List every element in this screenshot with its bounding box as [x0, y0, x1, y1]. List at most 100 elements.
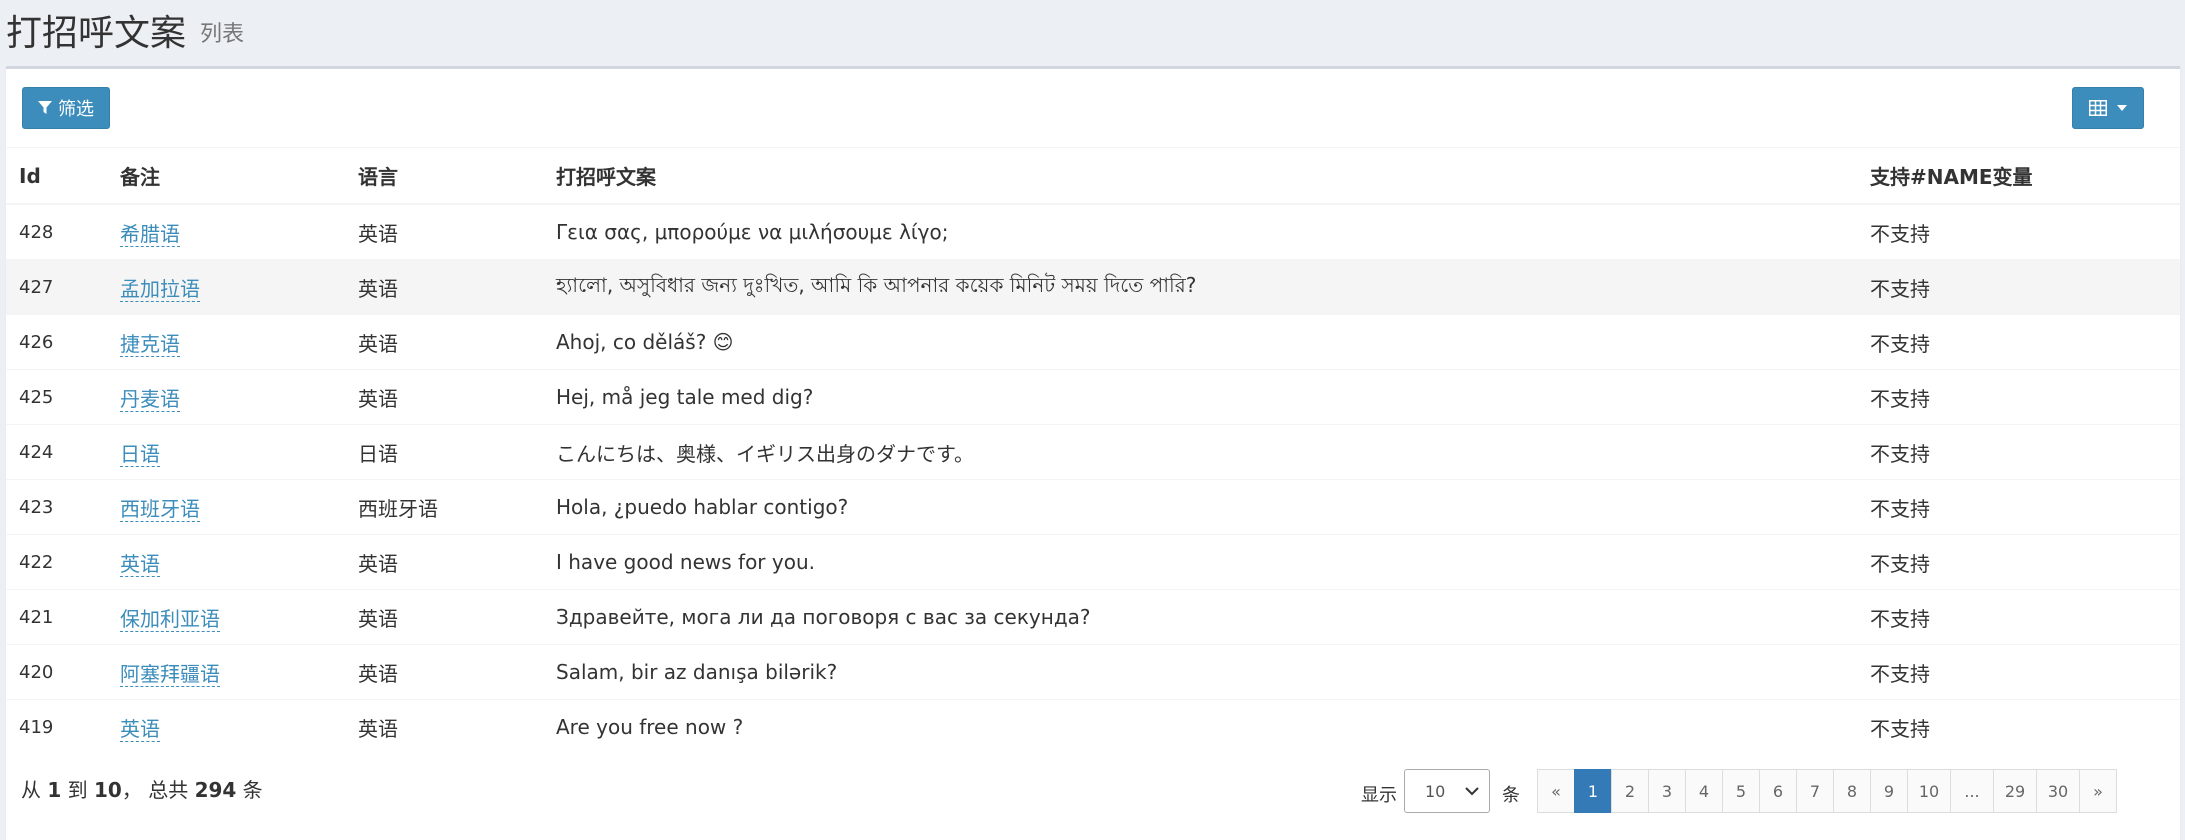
cell-id: 420	[6, 644, 107, 700]
table-row: 419 英语 英语 Are you free now ? 不支持	[6, 699, 2180, 754]
summary-to: 10	[94, 778, 122, 802]
table-row: 426 捷克语 英语 Ahoj, co děláš? 😊 不支持	[6, 314, 2180, 370]
cell-greeting-text: হ্যালো, অসুবিধার জন্য দুঃখিত, আমি কি আপন…	[543, 259, 1857, 315]
filter-button-label: 筛选	[58, 99, 94, 120]
cell-id: 424	[6, 424, 107, 480]
page-subtitle: 列表	[200, 22, 245, 47]
cell-name-variable: 不支持	[1857, 699, 2180, 754]
cell-greeting-text: Salam, bir az danışa bilərik?	[543, 644, 1857, 700]
table-row: 427 孟加拉语 英语 হ্যালো, অসুবিধার জন্য দুঃখিত…	[6, 259, 2180, 315]
cell-id: 428	[6, 203, 107, 260]
note-edit-link[interactable]: 丹麦语	[120, 386, 180, 412]
cell-greeting-text: Are you free now ?	[543, 699, 1857, 754]
page-button-5[interactable]: 5	[1722, 769, 1760, 813]
cell-id: 419	[6, 699, 107, 754]
table-row: 423 西班牙语 西班牙语 Hola, ¿puedo hablar contig…	[6, 479, 2180, 535]
cell-language: 英语	[345, 589, 543, 645]
toolbar: 筛选	[6, 69, 2180, 148]
cell-greeting-text: Hej, må jeg tale med dig?	[543, 369, 1857, 425]
page-button-3[interactable]: 3	[1648, 769, 1686, 813]
note-edit-link[interactable]: 捷克语	[120, 331, 180, 357]
cell-note: 保加利亚语	[107, 589, 345, 645]
table-row: 428 希腊语 英语 Γεια σας, μπορούμε να μιλήσου…	[6, 203, 2180, 260]
note-edit-link[interactable]: 英语	[120, 551, 160, 577]
page-button-2[interactable]: 2	[1611, 769, 1649, 813]
pagination-summary: 从 1 到 10， 总共 294 条	[21, 774, 263, 803]
columns-toggle-button[interactable]	[2072, 87, 2144, 129]
page-button-4[interactable]: 4	[1685, 769, 1723, 813]
cell-name-variable: 不支持	[1857, 314, 2180, 370]
page-button-9[interactable]: 9	[1870, 769, 1908, 813]
cell-greeting-text: I have good news for you.	[543, 534, 1857, 590]
cell-name-variable: 不支持	[1857, 589, 2180, 645]
column-header-name-variable[interactable]: 支持#NAME变量	[1857, 148, 2180, 205]
chevron-down-icon	[1465, 786, 1479, 795]
cell-note: 阿塞拜疆语	[107, 644, 345, 700]
page-size-select[interactable]: 10	[1404, 769, 1490, 813]
cell-greeting-text: Γεια σας, μπορούμε να μιλήσουμε λίγο;	[543, 203, 1857, 260]
cell-name-variable: 不支持	[1857, 203, 2180, 260]
column-header-greeting-text[interactable]: 打招呼文案	[543, 148, 1857, 205]
table-grid-icon	[2089, 100, 2107, 116]
cell-note: 孟加拉语	[107, 259, 345, 315]
cell-note: 日语	[107, 424, 345, 480]
cell-id: 425	[6, 369, 107, 425]
column-header-note[interactable]: 备注	[107, 148, 345, 205]
table-header-row: Id 备注 语言 打招呼文案 支持#NAME变量	[6, 148, 2180, 205]
cell-note: 西班牙语	[107, 479, 345, 535]
page-button-30[interactable]: 30	[2036, 769, 2080, 813]
cell-id: 426	[6, 314, 107, 370]
cell-id: 422	[6, 534, 107, 590]
cell-name-variable: 不支持	[1857, 424, 2180, 480]
table-row: 425 丹麦语 英语 Hej, må jeg tale med dig? 不支持	[6, 369, 2180, 425]
cell-note: 丹麦语	[107, 369, 345, 425]
page-header: 打招呼文案 列表	[0, 0, 2185, 66]
page-size-unit: 条	[1502, 785, 1520, 806]
content-box: 筛选 Id 备注 语言 打招呼文案 支持#NAME变量 428 希腊语 英语 Γ…	[6, 66, 2180, 840]
note-edit-link[interactable]: 保加利亚语	[120, 606, 220, 632]
summary-prefix: 从	[21, 778, 41, 802]
cell-note: 捷克语	[107, 314, 345, 370]
cell-language: 英语	[345, 259, 543, 315]
cell-language: 英语	[345, 534, 543, 590]
column-header-id[interactable]: Id	[6, 148, 107, 205]
page-button-7[interactable]: 7	[1796, 769, 1834, 813]
cell-name-variable: 不支持	[1857, 534, 2180, 590]
cell-name-variable: 不支持	[1857, 479, 2180, 535]
page-button-10[interactable]: 10	[1907, 769, 1951, 813]
page-button-1[interactable]: 1	[1574, 769, 1612, 813]
cell-greeting-text: Hola, ¿puedo hablar contigo?	[543, 479, 1857, 535]
column-header-language[interactable]: 语言	[345, 148, 543, 205]
table-row: 420 阿塞拜疆语 英语 Salam, bir az danışa biləri…	[6, 644, 2180, 700]
note-edit-link[interactable]: 西班牙语	[120, 496, 200, 522]
cell-name-variable: 不支持	[1857, 644, 2180, 700]
page-prev-button[interactable]: «	[1537, 769, 1575, 813]
page-next-button[interactable]: »	[2079, 769, 2117, 813]
note-edit-link[interactable]: 阿塞拜疆语	[120, 661, 220, 687]
cell-note: 英语	[107, 534, 345, 590]
page-button-29[interactable]: 29	[1993, 769, 2037, 813]
caret-down-icon	[2117, 105, 2127, 111]
greeting-table: Id 备注 语言 打招呼文案 支持#NAME变量 428 希腊语 英语 Γεια…	[6, 148, 2180, 754]
cell-greeting-text: Здравейте, мога ли да поговоря с вас за …	[543, 589, 1857, 645]
table-row: 421 保加利亚语 英语 Здравейте, мога ли да погов…	[6, 589, 2180, 645]
summary-total: 294	[194, 778, 237, 802]
page-button-8[interactable]: 8	[1833, 769, 1871, 813]
page-button-6[interactable]: 6	[1759, 769, 1797, 813]
note-edit-link[interactable]: 日语	[120, 441, 160, 467]
cell-language: 日语	[345, 424, 543, 480]
note-edit-link[interactable]: 孟加拉语	[120, 276, 200, 302]
filter-button[interactable]: 筛选	[22, 87, 110, 129]
cell-language: 西班牙语	[345, 479, 543, 535]
page-size-value: 10	[1425, 781, 1446, 801]
note-edit-link[interactable]: 英语	[120, 716, 160, 742]
page-size-label: 显示	[1361, 785, 1397, 806]
cell-language: 英语	[345, 644, 543, 700]
cell-id: 427	[6, 259, 107, 315]
cell-language: 英语	[345, 369, 543, 425]
page-ellipsis: ...	[1950, 769, 1994, 813]
cell-id: 423	[6, 479, 107, 535]
table-footer: 从 1 到 10， 总共 294 条 显示 10 条 « 1 2 3 4 5 6…	[6, 759, 2180, 819]
note-edit-link[interactable]: 希腊语	[120, 221, 180, 247]
cell-name-variable: 不支持	[1857, 259, 2180, 315]
